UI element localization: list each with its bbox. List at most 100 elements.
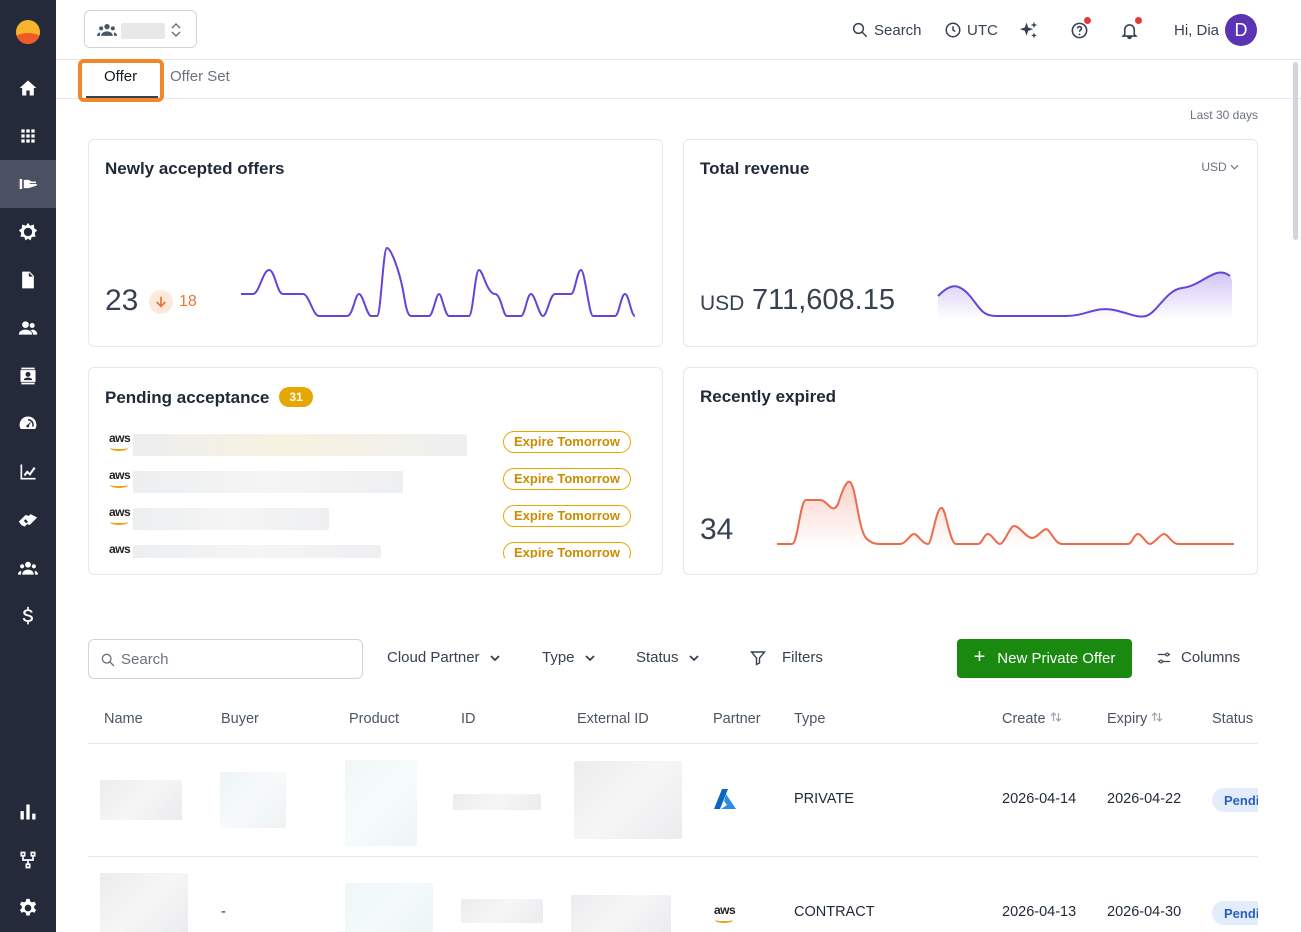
revenue-value: 711,608.15 bbox=[752, 284, 895, 316]
column-header-status[interactable]: Status bbox=[1212, 711, 1253, 727]
pending-row[interactable]: aws Expire Tomorrow bbox=[89, 428, 663, 458]
offer-search-input[interactable] bbox=[121, 648, 351, 670]
column-header-external-id[interactable]: External ID bbox=[577, 711, 649, 727]
timezone-label: UTC bbox=[967, 21, 998, 39]
sidebar-item-documents[interactable] bbox=[0, 256, 56, 304]
expire-tag: Expire Tomorrow bbox=[503, 505, 631, 527]
table-row[interactable]: PRIVATE 2026-04-14 2026-04-22 Pending bbox=[88, 744, 1258, 857]
global-search-button[interactable]: Search bbox=[851, 18, 922, 42]
tab-offer-set[interactable]: Offer Set bbox=[170, 68, 230, 85]
currency-selector-value: USD bbox=[1201, 160, 1227, 174]
columns-label: Columns bbox=[1181, 649, 1241, 666]
column-header-buyer[interactable]: Buyer bbox=[221, 711, 259, 727]
pending-list: aws Expire Tomorrow aws Expire Tomorrow … bbox=[89, 428, 663, 558]
sidebar-item-home[interactable] bbox=[0, 64, 56, 112]
tab-highlight-annotation bbox=[78, 59, 164, 102]
new-private-offer-label: New Private Offer bbox=[997, 650, 1116, 667]
chevron-down-icon bbox=[688, 654, 699, 661]
plus-icon: + bbox=[973, 646, 986, 668]
sidebar-item-reports[interactable] bbox=[0, 788, 56, 836]
column-header-product[interactable]: Product bbox=[349, 711, 399, 727]
column-header-partner[interactable]: Partner bbox=[713, 711, 761, 727]
redacted-external-id bbox=[574, 761, 682, 839]
redacted-id bbox=[453, 794, 541, 810]
pending-row[interactable]: aws Expire Tomorrow bbox=[89, 539, 663, 558]
column-header-type[interactable]: Type bbox=[794, 711, 825, 727]
status-label: Status bbox=[636, 649, 679, 666]
sidebar-item-analytics[interactable] bbox=[0, 448, 56, 496]
create-header-label: Create bbox=[1002, 711, 1046, 727]
column-header-expiry[interactable]: Expiry bbox=[1107, 711, 1163, 727]
aws-logo: aws bbox=[109, 468, 131, 488]
sidebar-item-cosell[interactable] bbox=[0, 496, 56, 544]
page-tabs: Offer Offer Set bbox=[56, 60, 1301, 99]
expire-tag: Expire Tomorrow bbox=[503, 431, 631, 453]
sort-icon bbox=[1151, 712, 1163, 722]
column-header-name[interactable]: Name bbox=[104, 711, 143, 727]
sidebar-item-contacts[interactable] bbox=[0, 352, 56, 400]
cloud-partner-dropdown[interactable]: Cloud Partner bbox=[387, 649, 501, 666]
organization-switcher[interactable] bbox=[84, 10, 197, 48]
clock-icon bbox=[945, 22, 961, 38]
filters-button[interactable]: Filters bbox=[750, 649, 823, 666]
search-icon bbox=[852, 22, 868, 38]
sidebar-item-performance[interactable] bbox=[0, 400, 56, 448]
type-cell: CONTRACT bbox=[794, 904, 875, 920]
type-dropdown[interactable]: Type bbox=[542, 649, 596, 666]
aws-icon: aws bbox=[714, 903, 736, 923]
sidebar-item-integrations[interactable] bbox=[0, 208, 56, 256]
delta-value: 18 bbox=[179, 293, 197, 310]
recently-expired-card: Recently expired 34 bbox=[683, 367, 1258, 575]
status-badge: Pending bbox=[1212, 901, 1258, 925]
arrow-down-icon bbox=[149, 290, 173, 314]
sidebar-item-partners[interactable] bbox=[0, 544, 56, 592]
sidebar-item-offers[interactable] bbox=[0, 160, 56, 208]
help-notification-dot bbox=[1084, 17, 1091, 24]
chart-trend-icon bbox=[20, 464, 36, 480]
sidebar-item-settings[interactable] bbox=[0, 884, 56, 932]
timezone-button[interactable]: UTC bbox=[944, 18, 998, 42]
sidebar-item-customers[interactable] bbox=[0, 304, 56, 352]
ai-assistant-button[interactable] bbox=[1019, 18, 1044, 42]
sort-icon bbox=[1050, 712, 1061, 722]
sidebar-item-apps[interactable] bbox=[0, 112, 56, 160]
table-row[interactable]: - aws CONTRACT 2026-04-13 2026-04-30 Pen… bbox=[88, 857, 1258, 932]
filters-label: Filters bbox=[782, 649, 823, 666]
create-date-cell: 2026-04-14 bbox=[1002, 791, 1077, 807]
currency-selector[interactable]: USD bbox=[1201, 160, 1239, 174]
pending-count-badge: 31 bbox=[279, 387, 313, 407]
pending-title: Pending acceptance bbox=[105, 388, 270, 407]
columns-button[interactable]: Columns bbox=[1157, 649, 1240, 666]
notification-dot bbox=[1135, 17, 1142, 24]
redacted-offer-name bbox=[133, 545, 381, 558]
expire-tag: Expire Tomorrow bbox=[503, 468, 631, 490]
column-header-id[interactable]: ID bbox=[461, 711, 476, 727]
user-avatar[interactable]: D bbox=[1225, 14, 1257, 46]
status-dropdown[interactable]: Status bbox=[636, 649, 700, 666]
sliders-icon bbox=[1157, 652, 1171, 663]
new-private-offer-button[interactable]: + New Private Offer bbox=[957, 639, 1132, 678]
settings-icon bbox=[19, 898, 37, 916]
newly-accepted-card: Newly accepted offers 23 18 bbox=[88, 139, 663, 347]
column-header-create[interactable]: Create bbox=[1002, 711, 1062, 727]
greeting-text: Hi, Dia bbox=[1174, 21, 1220, 39]
sidebar-item-workflows[interactable] bbox=[0, 836, 56, 884]
accepted-delta: 18 bbox=[149, 290, 197, 314]
offer-hand-icon bbox=[19, 179, 37, 189]
redacted-name bbox=[100, 780, 182, 820]
sidebar-item-billing[interactable] bbox=[0, 592, 56, 640]
search-icon bbox=[101, 653, 115, 667]
pending-row[interactable]: aws Expire Tomorrow bbox=[89, 502, 663, 532]
type-label: Type bbox=[542, 649, 575, 666]
group-icon bbox=[97, 24, 117, 36]
workflow-icon bbox=[20, 851, 36, 869]
offer-search-field[interactable] bbox=[88, 639, 363, 679]
card-title: Recently expired bbox=[700, 387, 837, 406]
expire-tag: Expire Tomorrow bbox=[503, 542, 631, 558]
redacted-product bbox=[345, 883, 433, 932]
funnel-icon bbox=[750, 650, 766, 666]
app-logo[interactable] bbox=[16, 20, 40, 44]
page-scrollbar[interactable] bbox=[1293, 62, 1298, 240]
pending-row[interactable]: aws Expire Tomorrow bbox=[89, 465, 663, 495]
date-range-label: Last 30 days bbox=[1189, 108, 1258, 122]
